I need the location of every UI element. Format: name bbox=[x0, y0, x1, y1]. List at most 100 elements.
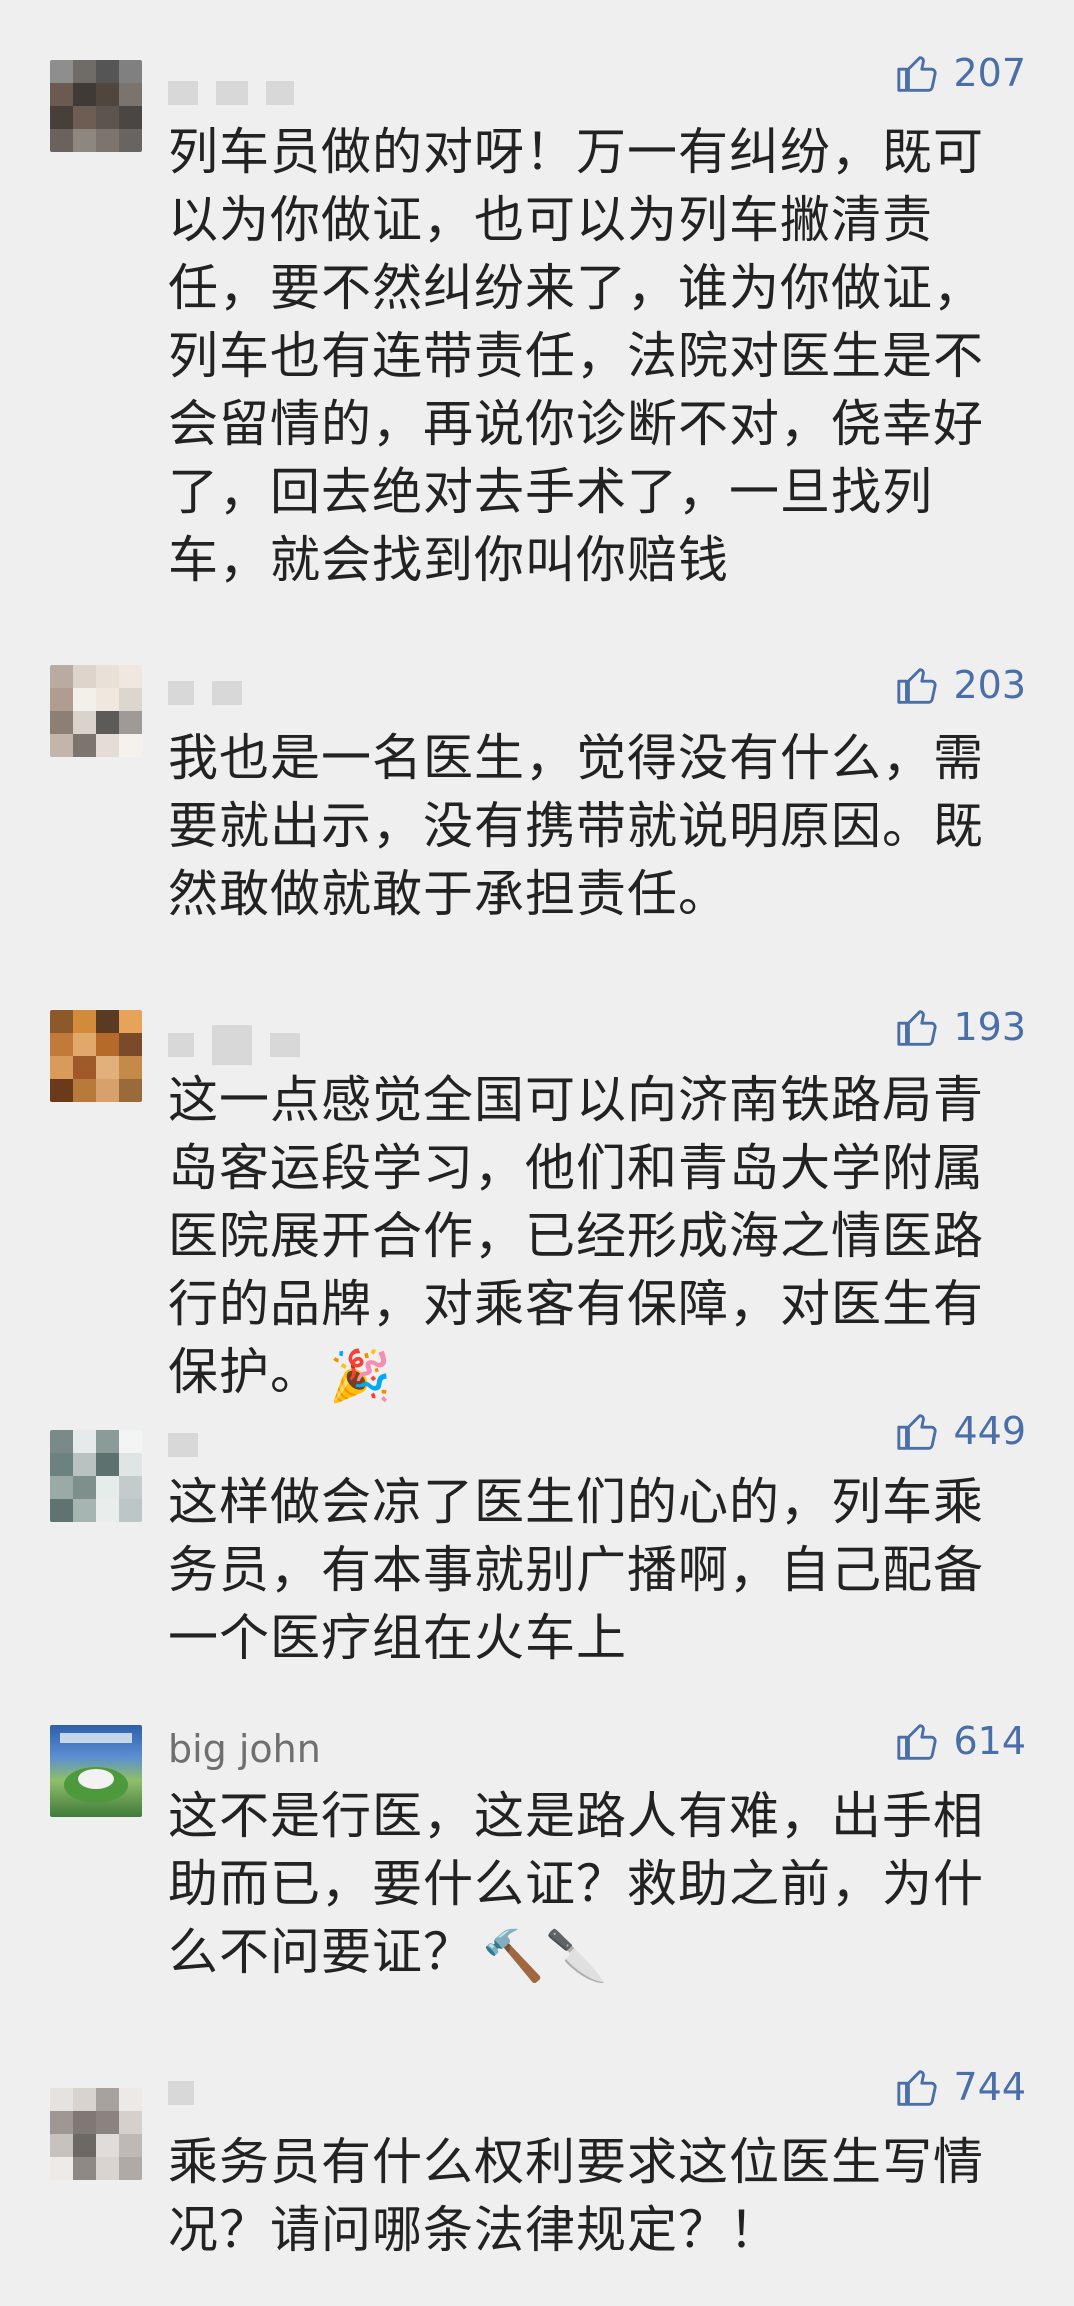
like-button[interactable]: 449 bbox=[895, 1408, 1026, 1454]
avatar-pixel bbox=[96, 688, 119, 711]
like-count: 203 bbox=[953, 663, 1026, 707]
avatar-pixel bbox=[119, 1430, 142, 1453]
username-mask bbox=[168, 1025, 300, 1065]
avatar-pixel bbox=[119, 734, 142, 757]
comment-text-body: 这一点感觉全国可以向济南铁路局青岛客运段学习，他们和青岛大学附属医院展开合作，已… bbox=[168, 1071, 984, 1401]
avatar[interactable] bbox=[50, 1430, 142, 1522]
thumbs-up-icon bbox=[897, 668, 938, 704]
avatar-pixel bbox=[73, 1499, 96, 1522]
avatar-pixel bbox=[50, 60, 73, 83]
like-button[interactable]: 744 bbox=[895, 2064, 1026, 2110]
avatar-pixels-2 bbox=[50, 665, 142, 757]
avatar-pixel bbox=[50, 734, 73, 757]
avatar-pixel bbox=[119, 83, 142, 106]
avatar-pixels-1 bbox=[50, 60, 142, 152]
avatar-pixel bbox=[50, 1010, 73, 1033]
avatar-pixel bbox=[50, 2157, 73, 2180]
thumbs-up-icon bbox=[897, 2070, 938, 2106]
thumbs-up-icon bbox=[897, 1010, 938, 1046]
avatar-pixel bbox=[119, 711, 142, 734]
avatar-pixel bbox=[119, 688, 142, 711]
avatar-pixel bbox=[119, 60, 142, 83]
avatar-pixel bbox=[119, 2157, 142, 2180]
like-button[interactable]: 614 bbox=[895, 1718, 1026, 1764]
avatar[interactable] bbox=[50, 1725, 142, 1817]
avatar-pixel bbox=[96, 1499, 119, 1522]
avatar-pixel bbox=[73, 1476, 96, 1499]
avatar-pixel bbox=[119, 106, 142, 129]
avatar-pixel bbox=[119, 1033, 142, 1056]
avatar-pixel bbox=[50, 1453, 73, 1476]
like-count: 449 bbox=[953, 1409, 1026, 1453]
avatar-pixel bbox=[96, 60, 119, 83]
avatar-pixel bbox=[73, 83, 96, 106]
avatar-pixel bbox=[73, 2134, 96, 2157]
avatar-pixel bbox=[50, 1499, 73, 1522]
username-mask bbox=[168, 78, 294, 108]
comment-text: 这一点感觉全国可以向济南铁路局青岛客运段学习，他们和青岛大学附属医院展开合作，已… bbox=[168, 1066, 1028, 1410]
avatar-pixel bbox=[73, 734, 96, 757]
avatar-pixel bbox=[50, 1033, 73, 1056]
avatar-pixel bbox=[50, 665, 73, 688]
username-mask bbox=[168, 2078, 194, 2108]
avatar-pixel bbox=[50, 688, 73, 711]
avatar-pixel bbox=[119, 665, 142, 688]
avatar-pixel bbox=[119, 129, 142, 152]
avatar-pixel bbox=[73, 1453, 96, 1476]
avatar-pixel bbox=[96, 1056, 119, 1079]
avatar[interactable] bbox=[50, 1010, 142, 1102]
avatar-pixel bbox=[50, 1056, 73, 1079]
like-count: 744 bbox=[953, 2065, 1026, 2109]
avatar-pixel bbox=[119, 1056, 142, 1079]
avatar[interactable] bbox=[50, 665, 142, 757]
avatar-pixel bbox=[96, 2088, 119, 2111]
avatar-pixel bbox=[50, 106, 73, 129]
avatar-pixel bbox=[73, 1033, 96, 1056]
avatar-pixel bbox=[119, 1499, 142, 1522]
avatar-pixel bbox=[96, 1010, 119, 1033]
avatar-pixels-4 bbox=[50, 1430, 142, 1522]
avatar-pixel bbox=[96, 2134, 119, 2157]
thumbs-up-icon bbox=[897, 1724, 938, 1760]
avatar-pixel bbox=[50, 2088, 73, 2111]
avatar-pixel bbox=[96, 711, 119, 734]
avatar-pixel bbox=[96, 129, 119, 152]
like-button[interactable]: 193 bbox=[895, 1004, 1026, 1050]
avatar-pixel bbox=[50, 83, 73, 106]
username[interactable]: big john bbox=[168, 1730, 321, 1768]
comment-text: 列车员做的对呀！万一有纠纷，既可以为你做证，也可以为列车撇清责任，要不然纠纷来了… bbox=[168, 123, 984, 589]
avatar-pixel bbox=[50, 1476, 73, 1499]
avatar-pixel bbox=[73, 711, 96, 734]
like-count: 614 bbox=[953, 1719, 1026, 1763]
username-mask bbox=[168, 1430, 198, 1460]
avatar-pixels-6 bbox=[50, 2088, 142, 2180]
avatar-pixel bbox=[73, 1079, 96, 1102]
avatar-pixel bbox=[119, 1476, 142, 1499]
avatar-pixel bbox=[96, 1453, 119, 1476]
avatar-pixel bbox=[119, 2088, 142, 2111]
party-popper-emoji: 🎉 bbox=[329, 1346, 393, 1405]
like-button[interactable]: 203 bbox=[895, 662, 1026, 708]
avatar-pixel bbox=[50, 711, 73, 734]
avatar-pixel bbox=[96, 2157, 119, 2180]
avatar-pixel bbox=[96, 83, 119, 106]
avatar-pixel bbox=[119, 2134, 142, 2157]
avatar-pixel bbox=[73, 60, 96, 83]
avatar-pixel bbox=[50, 129, 73, 152]
like-button[interactable]: 207 bbox=[895, 50, 1026, 96]
avatar-pixel bbox=[73, 1010, 96, 1033]
comment-text: 我也是一名医生，觉得没有什么，需要就出示，没有携带就说明原因。既然敢做就敢于承担… bbox=[168, 729, 984, 923]
avatar-pixel bbox=[119, 1453, 142, 1476]
avatar-pixel bbox=[73, 2111, 96, 2134]
avatar[interactable] bbox=[50, 60, 142, 152]
avatar-pixel bbox=[73, 1430, 96, 1453]
thumbs-up-icon bbox=[897, 1414, 938, 1450]
avatar-pixel bbox=[73, 665, 96, 688]
avatar-pixel bbox=[73, 688, 96, 711]
avatar-pixel bbox=[119, 1010, 142, 1033]
avatar-pixel bbox=[96, 1033, 119, 1056]
avatar[interactable] bbox=[50, 2088, 142, 2180]
avatar-pixel bbox=[96, 665, 119, 688]
avatar-pixels-3 bbox=[50, 1010, 142, 1102]
avatar-pixel bbox=[96, 734, 119, 757]
